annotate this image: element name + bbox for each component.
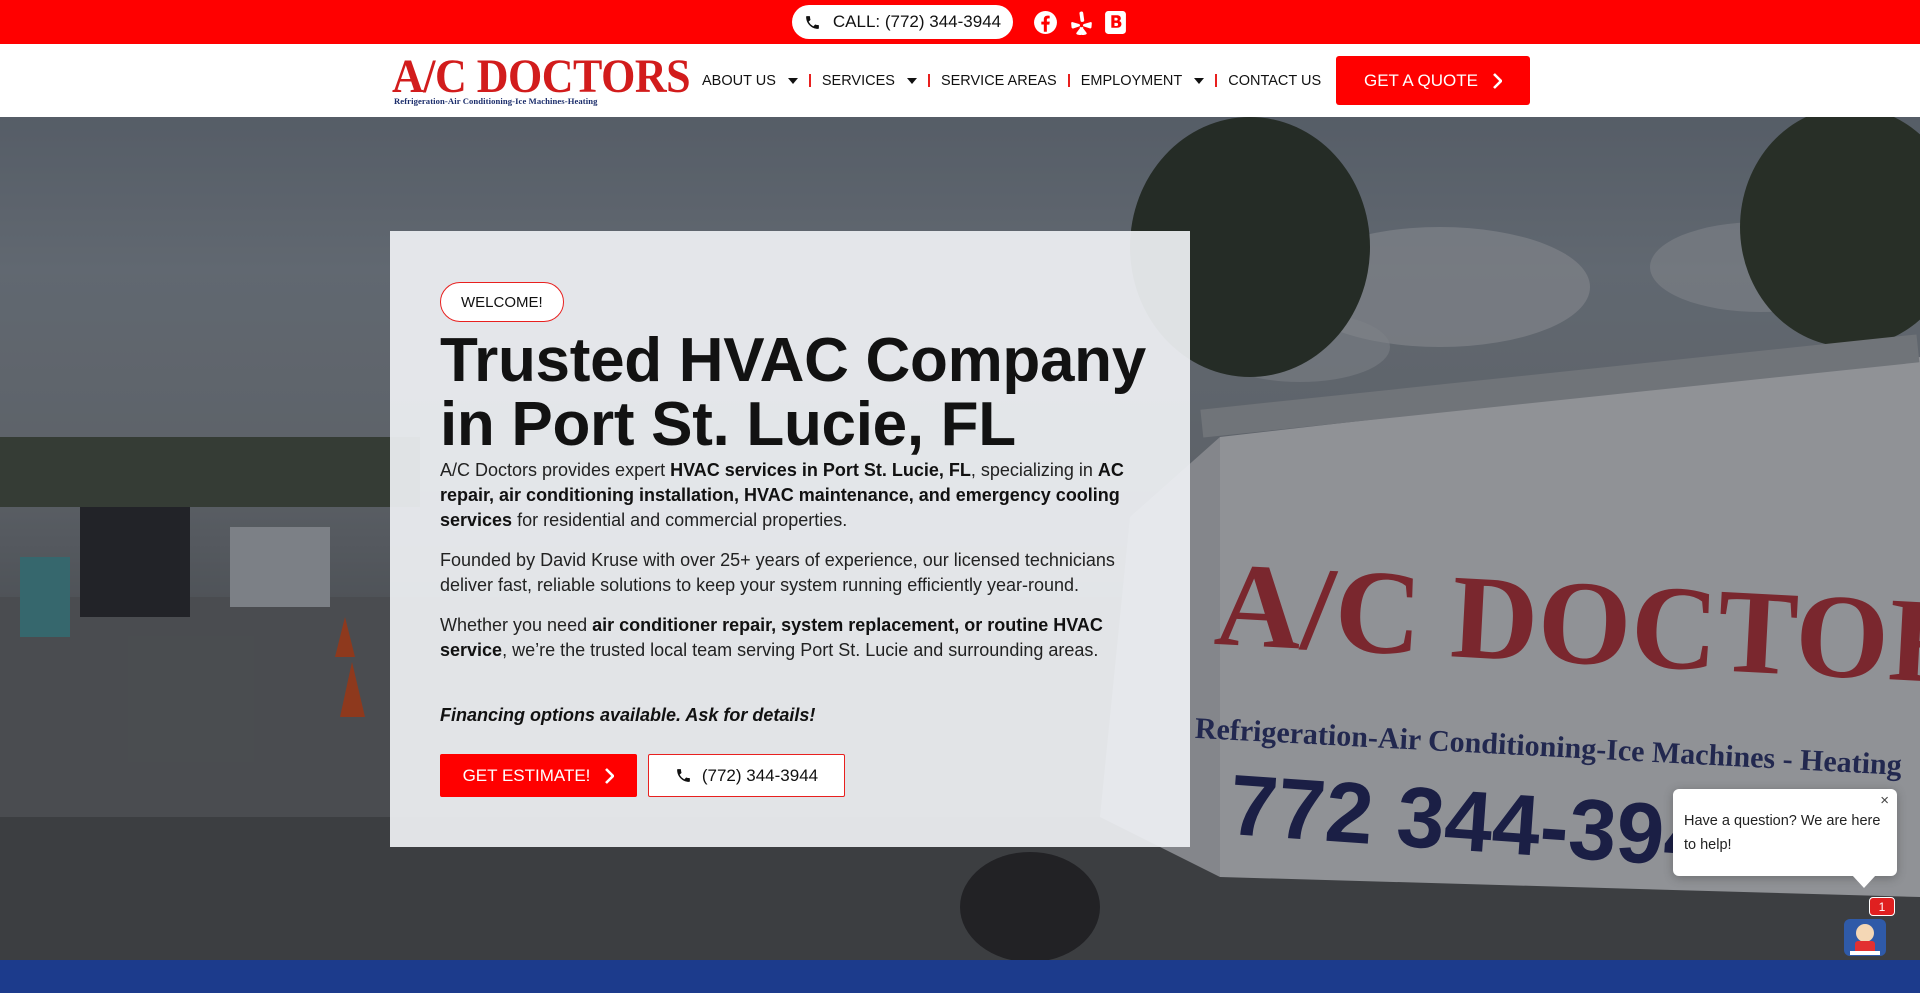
nav-divider	[808, 74, 811, 87]
yelp-link[interactable]	[1069, 10, 1094, 35]
nav-contact-us[interactable]: CONTACT US	[1228, 73, 1321, 89]
quote-button-label: GET A QUOTE	[1364, 70, 1478, 90]
financing-note: Financing options available. Ask for det…	[440, 705, 816, 725]
phone-button-label: (772) 344-3944	[701, 765, 819, 785]
chevron-down-icon	[906, 77, 917, 84]
site-header: A/C DOCTORS Refrigeration-Air Conditioni…	[0, 44, 1920, 117]
logo-wordmark: A/C DOCTORS	[392, 49, 691, 103]
chat-message: Have a question? We are here to help!	[1684, 813, 1881, 853]
main-nav: ABOUT US SERVICES SERVICE AREAS EMPLOYME…	[702, 44, 1321, 117]
nav-about-us[interactable]: ABOUT US	[702, 73, 798, 89]
chat-avatar-icon[interactable]	[1842, 913, 1888, 958]
nav-label: SERVICES	[821, 72, 895, 89]
phone-icon	[676, 769, 690, 782]
intro-paragraph: A/C Doctors provides expert HVAC service…	[440, 460, 1124, 530]
company-logo[interactable]: A/C DOCTORS Refrigeration-Air Conditioni…	[392, 49, 691, 107]
close-icon[interactable]: ×	[1880, 793, 1889, 809]
hero-body: A/C Doctors provides expert HVAC service…	[440, 458, 1160, 678]
get-a-quote-button[interactable]: GET A QUOTE	[1336, 56, 1530, 105]
chevron-right-icon	[605, 767, 615, 784]
nav-divider	[1067, 74, 1070, 87]
estimate-button-label: GET ESTIMATE!	[462, 765, 591, 785]
nav-label: SERVICE AREAS	[940, 72, 1057, 89]
nav-employment[interactable]: EMPLOYMENT	[1081, 73, 1205, 89]
nav-label: CONTACT US	[1228, 72, 1322, 89]
get-estimate-button[interactable]: GET ESTIMATE!	[440, 754, 637, 797]
chevron-right-icon	[1493, 72, 1502, 89]
hero-headline: Trusted HVAC Company in Port St. Lucie, …	[440, 326, 1146, 459]
chevron-down-icon	[787, 77, 798, 84]
welcome-badge: WELCOME!	[440, 282, 564, 322]
chat-prompt-bubble[interactable]: × Have a question? We are here to help!	[1673, 789, 1897, 888]
hero-section: A/C DOCTORS Refrigeration-Air Conditioni…	[0, 117, 1920, 960]
logo-tagline: Refrigeration-Air Conditioning-Ice Machi…	[394, 96, 598, 106]
chevron-down-icon	[1194, 77, 1205, 84]
nav-label: EMPLOYMENT	[1080, 72, 1183, 89]
founder-paragraph: Founded by David Kruse with over 25+ yea…	[440, 550, 1115, 595]
call-label: CALL: (772) 344-3944	[832, 12, 1002, 31]
nav-divider	[1215, 74, 1218, 87]
facebook-link[interactable]	[1033, 10, 1058, 35]
next-section-strip	[0, 960, 1920, 993]
phone-call-button[interactable]: (772) 344-3944	[648, 754, 845, 797]
yelp-icon	[1071, 11, 1092, 35]
bbb-link[interactable]	[1103, 10, 1128, 35]
services-paragraph: Whether you need air conditioner repair,…	[440, 615, 1103, 660]
hero-card: WELCOME! Trusted HVAC Company in Port St…	[390, 231, 1190, 847]
chat-unread-badge: 1	[1869, 897, 1895, 916]
nav-service-areas[interactable]: SERVICE AREAS	[941, 73, 1057, 89]
nav-divider	[927, 74, 930, 87]
phone-icon	[806, 15, 819, 29]
bbb-icon	[1105, 11, 1126, 34]
facebook-icon	[1034, 11, 1057, 34]
nav-services[interactable]: SERVICES	[822, 73, 917, 89]
nav-label: ABOUT US	[702, 72, 776, 89]
top-bar: CALL: (772) 344-3944	[0, 0, 1920, 44]
call-phone-button[interactable]: CALL: (772) 344-3944	[792, 5, 1013, 39]
